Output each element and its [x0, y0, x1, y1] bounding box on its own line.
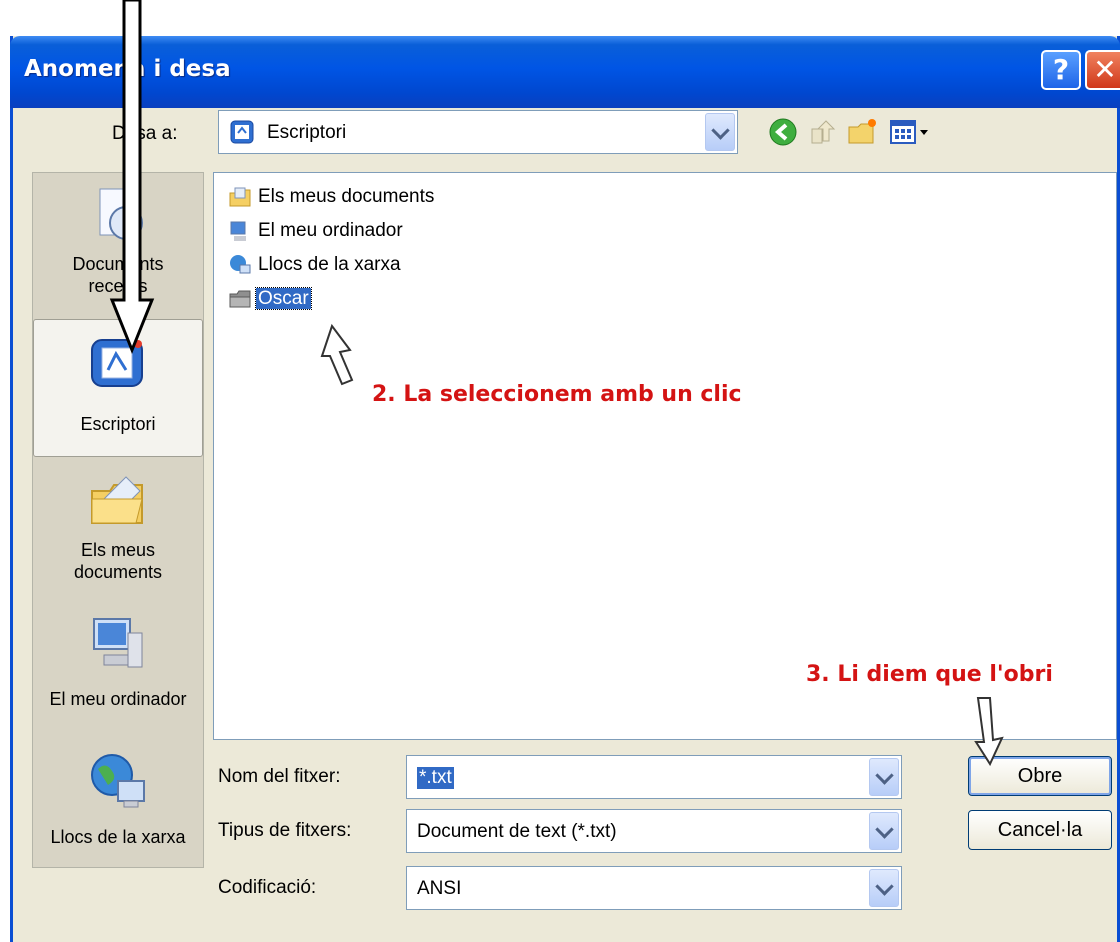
pointer-arrow-obre: [974, 697, 1004, 767]
pointer-arrow-oscar: [320, 323, 354, 386]
annotation-arrows: [109, 0, 1004, 767]
pointer-arrow-down: [109, 0, 155, 355]
